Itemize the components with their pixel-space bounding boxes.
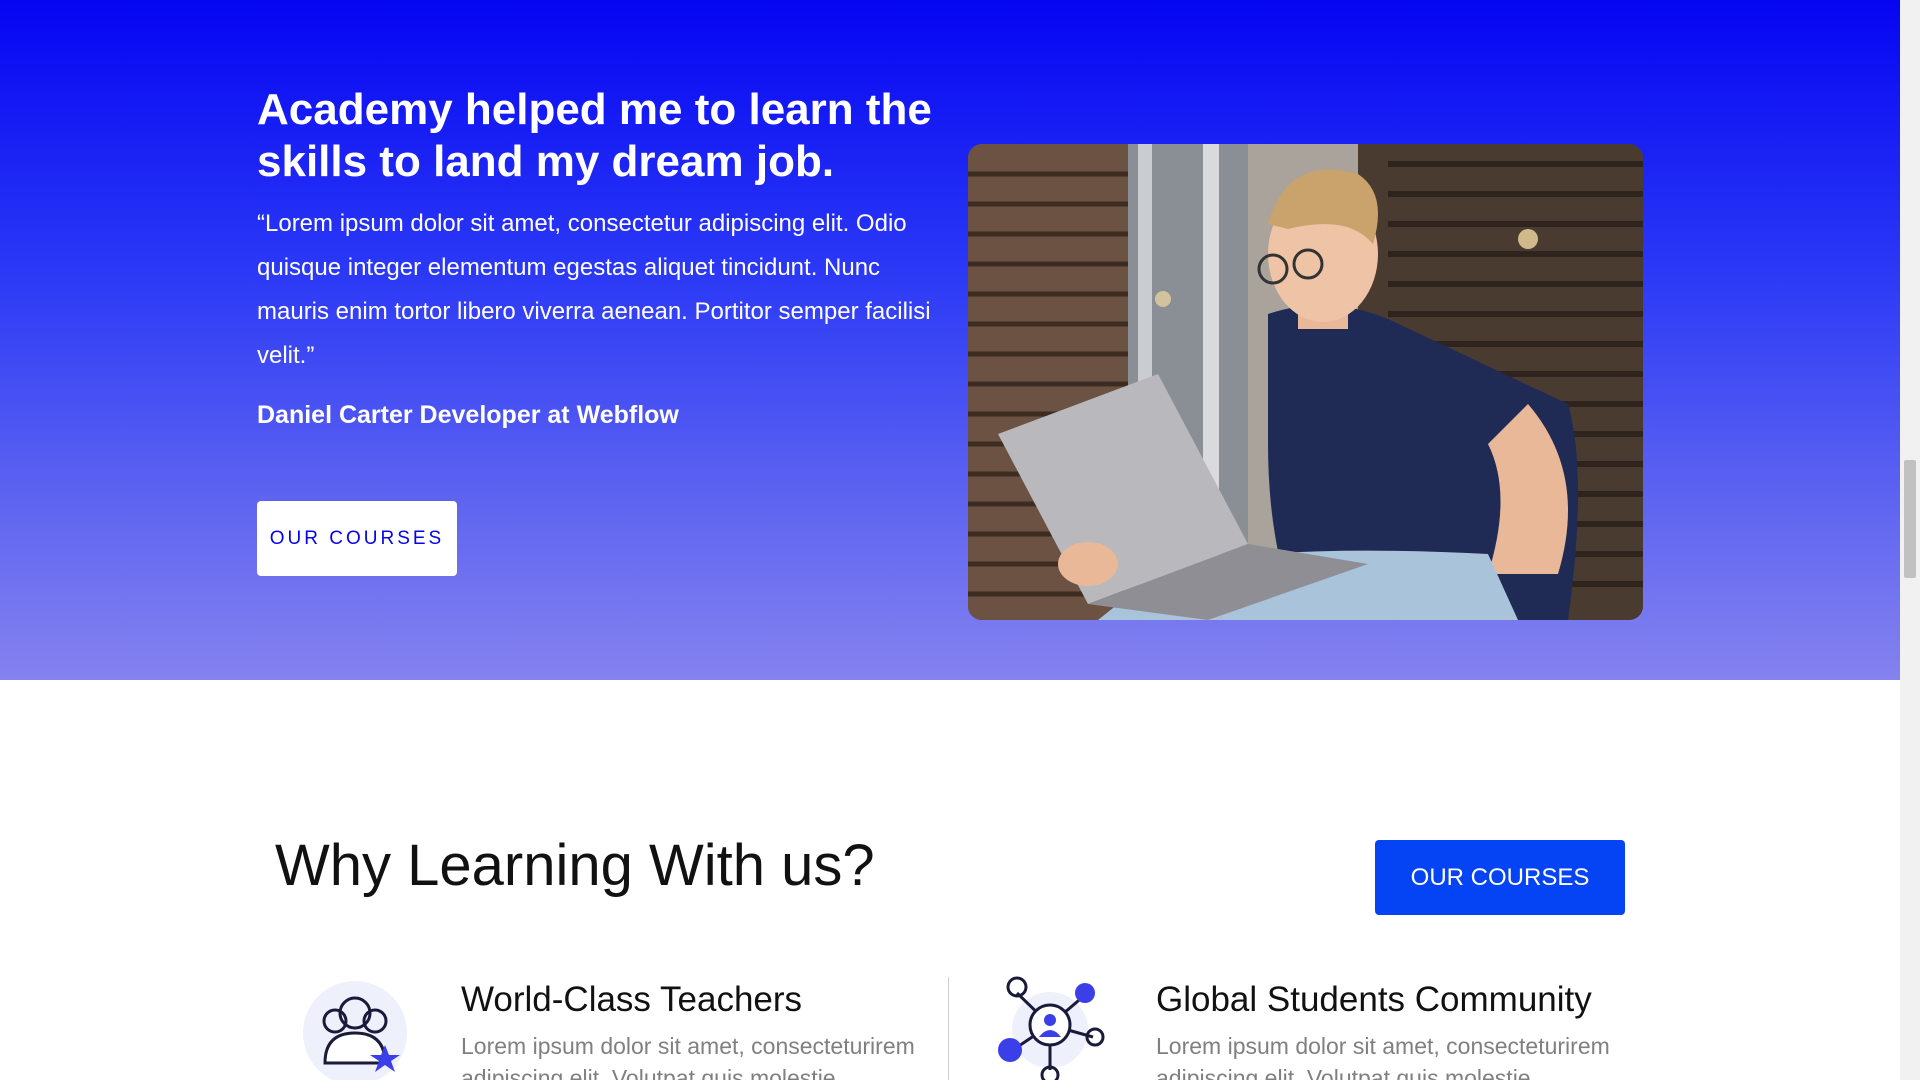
feature-title-teachers: World-Class Teachers [461, 980, 803, 1019]
network-community-icon [995, 975, 1105, 1080]
why-our-courses-button[interactable]: OUR COURSES [1375, 840, 1625, 915]
hero-our-courses-button[interactable]: OUR COURSES [257, 501, 457, 576]
why-learning-heading: Why Learning With us? [275, 833, 875, 898]
feature-title-community: Global Students Community [1156, 980, 1592, 1019]
feature-description-community: Lorem ipsum dolor sit amet, consecteturi… [1156, 1033, 1610, 1080]
page-scrollbar[interactable] [1900, 0, 1920, 1080]
page: Academy helped me to learn the skills to… [0, 0, 1920, 1080]
testimonial-quote: “Lorem ipsum dolor sit amet, consectetur… [257, 210, 931, 369]
feature-description-teachers: Lorem ipsum dolor sit amet, consecteturi… [461, 1033, 915, 1080]
photo-illustration [968, 144, 1643, 620]
testimonial-hero: Academy helped me to learn the skills to… [0, 0, 1900, 680]
hero-heading: Academy helped me to learn the skills to… [257, 85, 932, 186]
student-with-laptop-photo [968, 144, 1643, 620]
testimonial-author: Daniel Carter Developer at Webflow [257, 401, 679, 429]
teachers-group-star-icon [300, 975, 410, 1080]
scrollbar-thumb[interactable] [1904, 460, 1916, 578]
feature-divider [948, 977, 949, 1080]
